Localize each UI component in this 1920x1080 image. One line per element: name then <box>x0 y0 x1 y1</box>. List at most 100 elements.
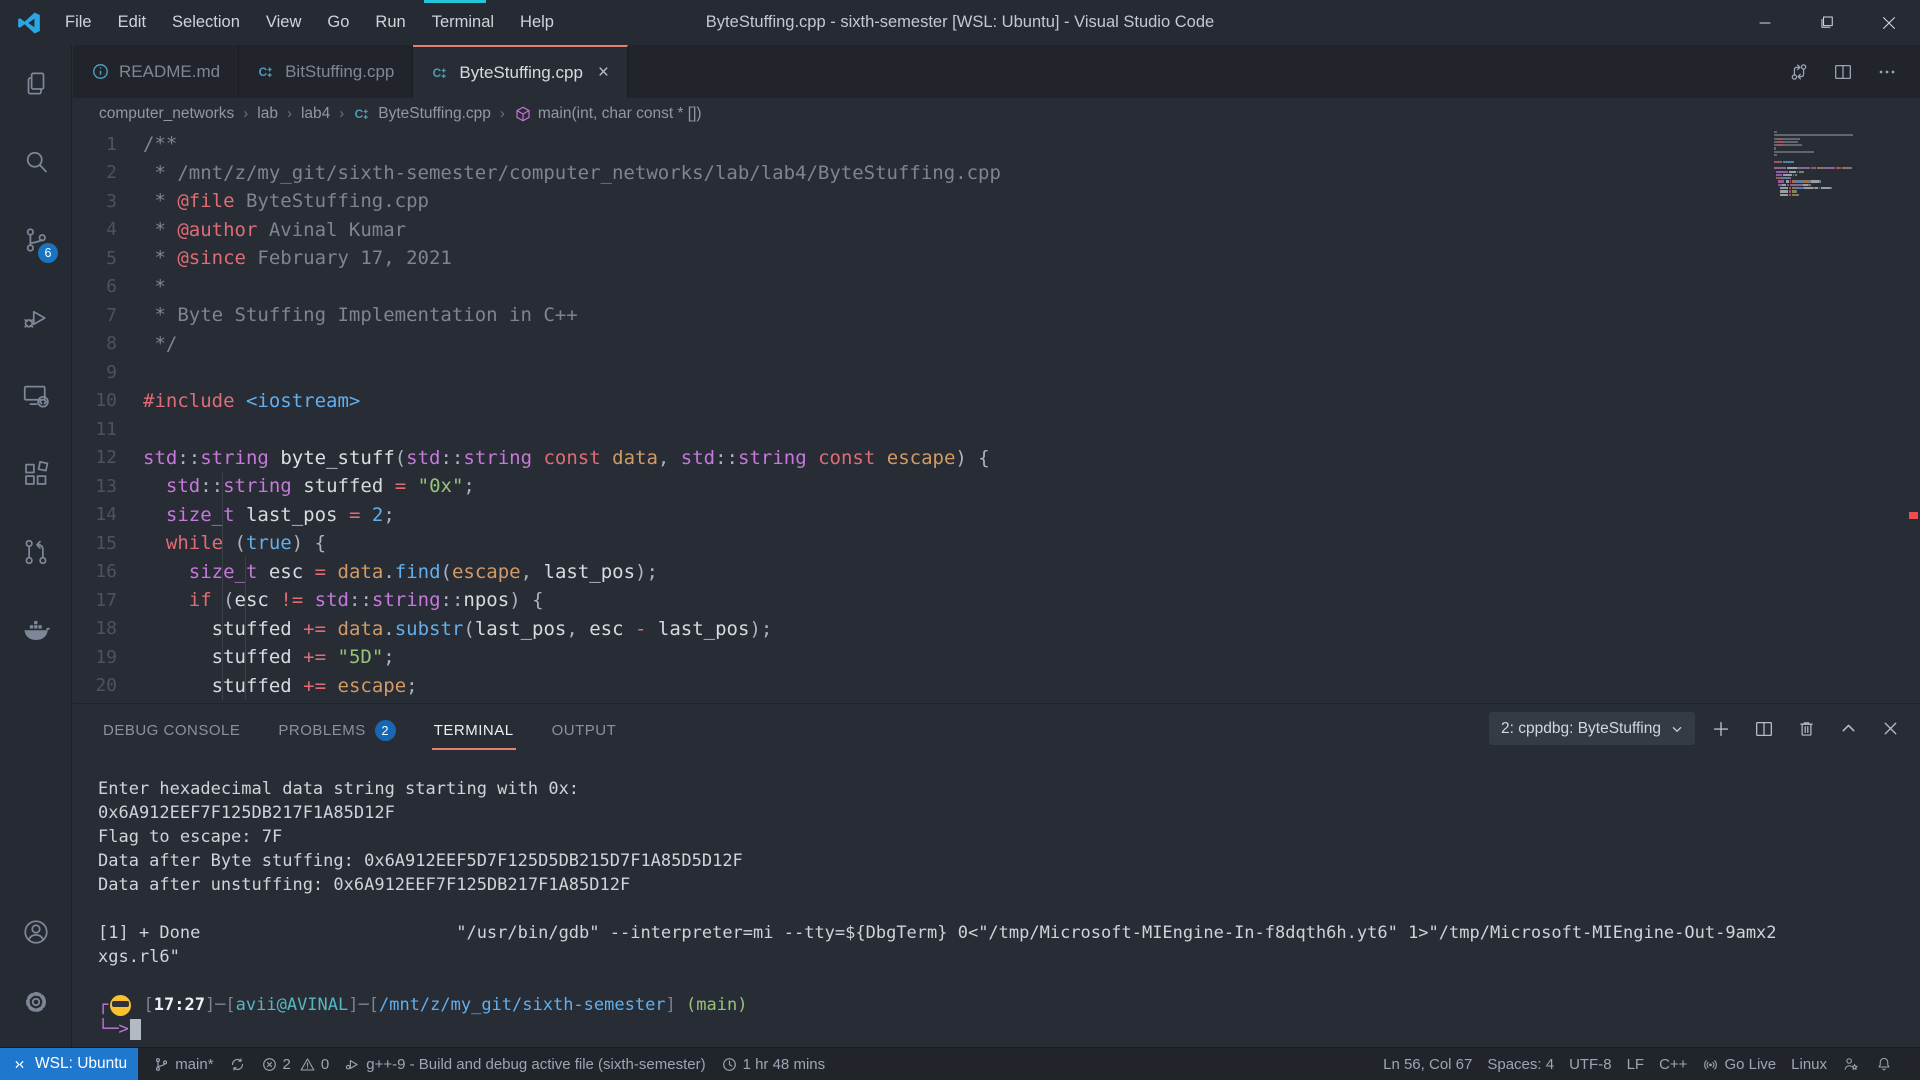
code-token: npos <box>463 589 509 611</box>
status-go-live[interactable]: Go Live <box>1702 1056 1776 1073</box>
status-label: g++-9 - Build and debug active file (six… <box>366 1056 705 1073</box>
status-notifications[interactable] <box>1875 1055 1893 1073</box>
remote-label: WSL: Ubuntu <box>35 1055 127 1073</box>
panel-tab-terminal[interactable]: TERMINAL <box>432 708 516 749</box>
breadcrumb-item[interactable]: computer_networks <box>99 105 234 123</box>
status-errors[interactable]: 2 <box>261 1056 291 1073</box>
close-icon[interactable] <box>1877 715 1904 742</box>
activity-item-account[interactable] <box>0 897 72 967</box>
account-icon <box>21 917 51 947</box>
minimap-segment <box>1821 187 1829 189</box>
minimap-line <box>1774 194 1892 197</box>
menu-item-edit[interactable]: Edit <box>105 0 159 45</box>
panel-tab-problems[interactable]: PROBLEMS2 <box>276 708 397 749</box>
terminal-token: ] <box>666 995 676 1015</box>
split-editor-icon[interactable] <box>1828 57 1858 87</box>
tab-bitstuffing.cpp[interactable]: CBitStuffing.cpp <box>239 45 413 98</box>
terminal-output[interactable]: Enter hexadecimal data string starting w… <box>98 777 1912 1041</box>
minimap-segment <box>1848 167 1851 169</box>
menu-item-file[interactable]: File <box>52 0 105 45</box>
tab-label: README.md <box>119 62 220 82</box>
code-token: substr <box>395 618 464 640</box>
terminal-session-select[interactable]: 2: cppdbg: ByteStuffing <box>1489 712 1695 745</box>
minimap-segment <box>1796 174 1797 176</box>
status-build-task[interactable]: g++-9 - Build and debug active file (six… <box>344 1056 705 1073</box>
code-content: 1/**2 * /mnt/z/my_git/sixth-semester/com… <box>73 130 1001 700</box>
breadcrumb-item[interactable]: lab4 <box>301 105 330 123</box>
status-sync[interactable] <box>229 1056 246 1073</box>
status-language-mode[interactable]: C++ <box>1659 1056 1687 1073</box>
code-token: @file <box>177 190 234 212</box>
activity-item-run-debug[interactable] <box>0 279 72 357</box>
code-token: esc <box>269 561 303 583</box>
activity-item-extensions[interactable] <box>0 435 72 513</box>
code-token: . <box>383 561 394 583</box>
minimap-segment <box>1808 184 1811 186</box>
code-token: if <box>189 589 212 611</box>
close-window-button[interactable] <box>1858 0 1920 45</box>
panel-tab-debug-console[interactable]: DEBUG CONSOLE <box>101 708 242 749</box>
menu-item-terminal[interactable]: Terminal <box>419 0 507 45</box>
status-indentation[interactable]: Spaces: 4 <box>1487 1056 1554 1073</box>
split-editor-icon[interactable] <box>1750 715 1778 743</box>
status-timer[interactable]: 1 hr 48 mins <box>721 1056 826 1073</box>
breadcrumb-item[interactable]: main(int, char const * []) <box>514 105 702 123</box>
minimize-button[interactable] <box>1734 0 1796 45</box>
menu-item-view[interactable]: View <box>253 0 314 45</box>
branch-icon <box>153 1056 170 1073</box>
line-number: 19 <box>73 647 117 668</box>
status-git-branch[interactable]: main* <box>153 1056 213 1073</box>
code-token: std <box>681 447 715 469</box>
code-token: std <box>143 447 177 469</box>
chevron-up-icon[interactable] <box>1835 715 1862 742</box>
status-remote-os[interactable]: Linux <box>1791 1056 1827 1073</box>
code-token <box>143 475 166 497</box>
status-encoding[interactable]: UTF-8 <box>1569 1056 1612 1073</box>
status-feedback[interactable] <box>1842 1055 1860 1073</box>
code-token: esc <box>589 618 623 640</box>
panel-tab-label: PROBLEMS <box>278 722 365 739</box>
code-token: = <box>395 475 406 497</box>
activity-item-source-control[interactable]: 6 <box>0 201 72 279</box>
menu-item-help[interactable]: Help <box>507 0 567 45</box>
breadcrumb-label: main(int, char const * []) <box>538 105 702 123</box>
trash-icon[interactable] <box>1793 715 1820 742</box>
open-changes-icon[interactable] <box>1784 57 1814 87</box>
remote-indicator[interactable]: WSL: Ubuntu <box>0 1048 138 1080</box>
activity-item-search[interactable] <box>0 123 72 201</box>
tab-readme.md[interactable]: README.md <box>73 45 239 98</box>
code-token: const <box>543 447 600 469</box>
code-editor[interactable]: 1/**2 * /mnt/z/my_git/sixth-semester/com… <box>73 129 1920 703</box>
breadcrumb-item[interactable]: CByteStuffing.cpp <box>353 104 491 123</box>
menu-item-selection[interactable]: Selection <box>159 0 253 45</box>
activity-item-settings[interactable] <box>0 967 72 1037</box>
svg-text:C: C <box>355 107 364 121</box>
status-eol[interactable]: LF <box>1627 1056 1645 1073</box>
line-number: 17 <box>73 590 117 611</box>
minimap-segment <box>1819 180 1821 182</box>
code-token: while <box>166 532 223 554</box>
status-cursor-position[interactable]: Ln 56, Col 67 <box>1383 1056 1472 1073</box>
status-warnings[interactable]: 0 <box>299 1056 329 1073</box>
activity-item-github-pr[interactable] <box>0 513 72 591</box>
more-actions-icon[interactable] <box>1872 57 1902 87</box>
activity-item-docker[interactable] <box>0 591 72 669</box>
close-tab-button[interactable]: × <box>598 62 609 84</box>
breadcrumb-label: lab <box>257 105 278 123</box>
plus-icon[interactable] <box>1707 715 1735 743</box>
tab-bytestuffing.cpp[interactable]: CByteStuffing.cpp× <box>413 45 628 98</box>
minimap[interactable] <box>1774 131 1892 197</box>
breadcrumb[interactable]: computer_networks›lab›lab4›CByteStuffing… <box>73 98 1920 129</box>
menu-item-run[interactable]: Run <box>362 0 418 45</box>
breadcrumb-item[interactable]: lab <box>257 105 278 123</box>
restore-button[interactable] <box>1796 0 1858 45</box>
activity-item-remote-explorer[interactable] <box>0 357 72 435</box>
code-line: 15 while (true) { <box>73 529 1001 558</box>
minimap-segment <box>1784 141 1798 143</box>
emoji-sunglasses-icon <box>110 995 131 1016</box>
menu-item-go[interactable]: Go <box>314 0 362 45</box>
activity-item-explorer[interactable] <box>0 45 72 123</box>
panel-tab-output[interactable]: OUTPUT <box>550 708 619 749</box>
minimap-segment <box>1811 180 1819 182</box>
overview-ruler[interactable] <box>1908 129 1920 703</box>
